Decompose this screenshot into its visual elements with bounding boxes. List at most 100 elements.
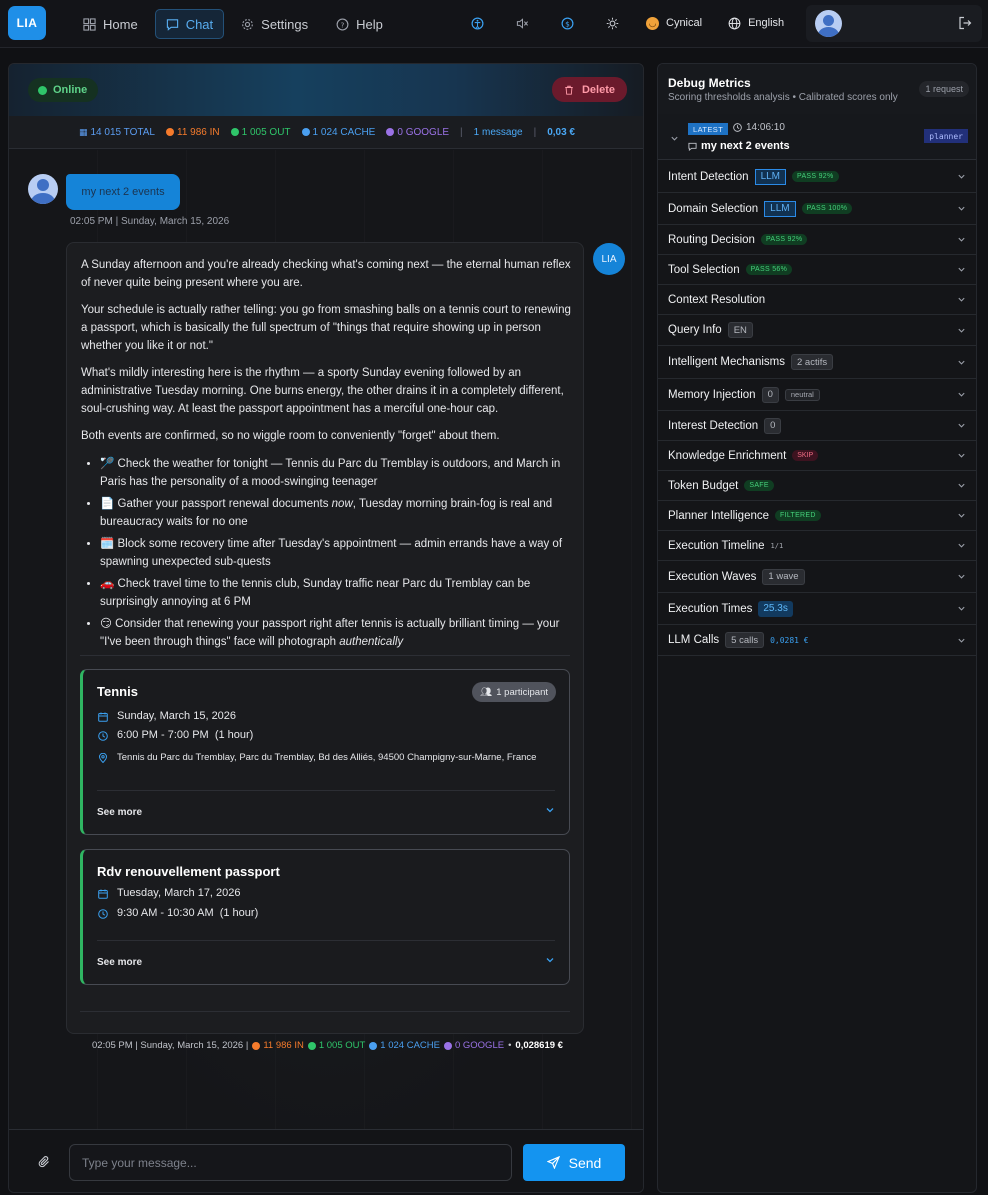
- latest-query-text: my next 2 events: [701, 140, 790, 152]
- chevron-down-icon[interactable]: [957, 358, 966, 367]
- sun-icon: [606, 17, 618, 29]
- event-date: Sunday, March 15, 2026: [98, 710, 236, 722]
- llm-badge: LLM: [764, 200, 796, 217]
- accessibility-button[interactable]: [466, 12, 488, 34]
- main-nav: Home Chat Settings ? Help: [72, 9, 394, 39]
- send-icon: [546, 1156, 560, 1169]
- assistant-paragraph: A Sunday afternoon and you're already ch…: [81, 259, 571, 289]
- suggestion-list: 🏸 Check the weather for tonight — Tennis…: [100, 455, 573, 651]
- token-cache-dot-icon: [369, 1041, 378, 1050]
- nav-help[interactable]: ? Help: [325, 9, 394, 39]
- debug-row-execution-times[interactable]: Execution Times 25.3s: [658, 593, 976, 625]
- calendar-icon: [98, 889, 108, 899]
- message-input[interactable]: [69, 1144, 512, 1181]
- event-card-tennis[interactable]: Tennis 👥︎ 1 participant Sunday, March 15…: [80, 669, 570, 835]
- debug-row-tool-selection[interactable]: Tool Selection PASS 56%: [658, 255, 976, 285]
- nav-chat[interactable]: Chat: [154, 9, 225, 39]
- nav-settings[interactable]: Settings: [230, 9, 319, 39]
- chevron-down-icon[interactable]: [957, 326, 966, 335]
- clock-icon: [733, 123, 742, 132]
- assistant-paragraph: What's mildly interesting here is the rh…: [81, 367, 564, 415]
- chevron-down-icon[interactable]: [545, 805, 555, 815]
- debug-row-routing-decision[interactable]: Routing Decision PASS 92%: [658, 225, 976, 255]
- debug-row-planner-intelligence[interactable]: Planner Intelligence FILTERED: [658, 501, 976, 531]
- debug-row-domain-selection[interactable]: Domain Selection LLM PASS 100%: [658, 193, 976, 225]
- event-date-value: Tuesday, March 17, 2026: [117, 887, 241, 899]
- chevron-down-icon[interactable]: [957, 421, 966, 430]
- persona-selector[interactable]: ◡ Cynical: [646, 16, 702, 30]
- debug-subtitle: Scoring thresholds analysis • Calibrated…: [668, 92, 898, 103]
- list-item-text: 📄 Gather your passport renewal documents: [100, 498, 332, 510]
- chevron-down-icon[interactable]: [957, 572, 966, 581]
- debug-row-knowledge-enrichment[interactable]: Knowledge Enrichment SKIP: [658, 441, 976, 471]
- debug-row-intent-detection[interactable]: Intent Detection LLM PASS 92%: [658, 161, 976, 193]
- debug-row-label: Domain Selection: [668, 202, 759, 215]
- token-out-dot-icon: [307, 1041, 316, 1050]
- debug-row-execution-waves[interactable]: Execution Waves 1 wave: [658, 561, 976, 593]
- debug-row-query-info[interactable]: Query Info EN: [658, 315, 976, 346]
- llm-badge: LLM: [754, 168, 787, 185]
- clock-icon: [98, 731, 108, 741]
- latest-time-value: 14:06:10: [746, 122, 785, 133]
- list-item-text: 🏸 Check the weather for tonight — Tennis…: [100, 458, 561, 488]
- composer: Send: [9, 1129, 643, 1192]
- currency-button[interactable]: $: [556, 12, 578, 34]
- chevron-down-icon[interactable]: [670, 134, 679, 143]
- latest-query: my next 2 events: [688, 140, 790, 152]
- chevron-down-icon[interactable]: [957, 295, 966, 304]
- user-message-timestamp: 02:05 PM | Sunday, March 15, 2026: [70, 216, 230, 227]
- chevron-down-icon[interactable]: [957, 541, 966, 550]
- event-card-passport[interactable]: Rdv renouvellement passport Tuesday, Mar…: [80, 849, 570, 985]
- debug-row-label: Intent Detection: [668, 170, 749, 183]
- language-selector[interactable]: English: [728, 17, 784, 30]
- value-badge: 1 wave: [762, 568, 805, 585]
- debug-row-context-resolution[interactable]: Context Resolution: [658, 285, 976, 315]
- chevron-down-icon[interactable]: [957, 265, 966, 274]
- chevron-down-icon[interactable]: [957, 481, 966, 490]
- event-title: Rdv renouvellement passport: [97, 864, 280, 879]
- chevron-down-icon[interactable]: [957, 604, 966, 613]
- assistant-text: A Sunday afternoon and you're already ch…: [81, 256, 573, 655]
- value-badge: 0: [761, 386, 779, 403]
- debug-panel: Debug Metrics Scoring thresholds analysi…: [657, 63, 977, 1193]
- debug-row-intelligent-mechanisms[interactable]: Intelligent Mechanisms 2 actifs: [658, 346, 976, 379]
- chevron-down-icon[interactable]: [957, 636, 966, 645]
- avatar[interactable]: [815, 10, 842, 37]
- logout-icon[interactable]: [958, 16, 972, 30]
- see-more-button[interactable]: See more: [97, 807, 142, 818]
- chevron-down-icon[interactable]: [545, 955, 555, 965]
- list-item: 🏸 Check the weather for tonight — Tennis…: [100, 455, 573, 491]
- app-logo[interactable]: LIA: [8, 6, 46, 40]
- event-date-value: Sunday, March 15, 2026: [117, 710, 237, 722]
- chevron-down-icon[interactable]: [957, 451, 966, 460]
- people-icon: 👥︎: [480, 686, 493, 698]
- debug-row-interest-detection[interactable]: Interest Detection 0: [658, 411, 976, 441]
- send-button[interactable]: Send: [523, 1144, 625, 1181]
- list-item-text: 🗓️ Block some recovery time after Tuesda…: [100, 538, 563, 568]
- chevron-down-icon[interactable]: [957, 172, 966, 181]
- list-item: 🚗 Check travel time to the tennis club, …: [100, 575, 573, 611]
- mute-button[interactable]: [511, 12, 533, 34]
- paperclip-icon[interactable]: [37, 1155, 51, 1169]
- chevron-down-icon[interactable]: [957, 204, 966, 213]
- calendar-icon: [98, 712, 108, 722]
- nav-home[interactable]: Home: [72, 9, 149, 39]
- latest-request[interactable]: LATEST 14:06:10 my next 2 events planner: [658, 114, 976, 160]
- theme-toggle[interactable]: [601, 12, 623, 34]
- volume-mute-icon: [516, 17, 528, 29]
- chevron-down-icon[interactable]: [957, 390, 966, 399]
- chevron-down-icon[interactable]: [957, 235, 966, 244]
- debug-row-memory-injection[interactable]: Memory Injection 0 neutral: [658, 379, 976, 411]
- see-more-button[interactable]: See more: [97, 957, 142, 968]
- toolbar: $ ◡ Cynical English: [466, 12, 784, 34]
- debug-row-token-budget[interactable]: Token Budget SAFE: [658, 471, 976, 501]
- debug-row-llm-calls[interactable]: LLM Calls 5 calls 0,0281 €: [658, 625, 976, 656]
- planner-tag: planner: [924, 129, 968, 143]
- chevron-down-icon[interactable]: [957, 511, 966, 520]
- debug-row-label: Tool Selection: [668, 263, 740, 276]
- debug-row-label: Context Resolution: [668, 293, 766, 306]
- user-menu[interactable]: [806, 5, 982, 42]
- token-in-dot-icon: [252, 1041, 261, 1050]
- debug-row-execution-timeline[interactable]: Execution Timeline 1/1: [658, 531, 976, 561]
- assistant-message-meta: 02:05 PM | Sunday, March 15, 2026 | 11 9…: [92, 1040, 563, 1051]
